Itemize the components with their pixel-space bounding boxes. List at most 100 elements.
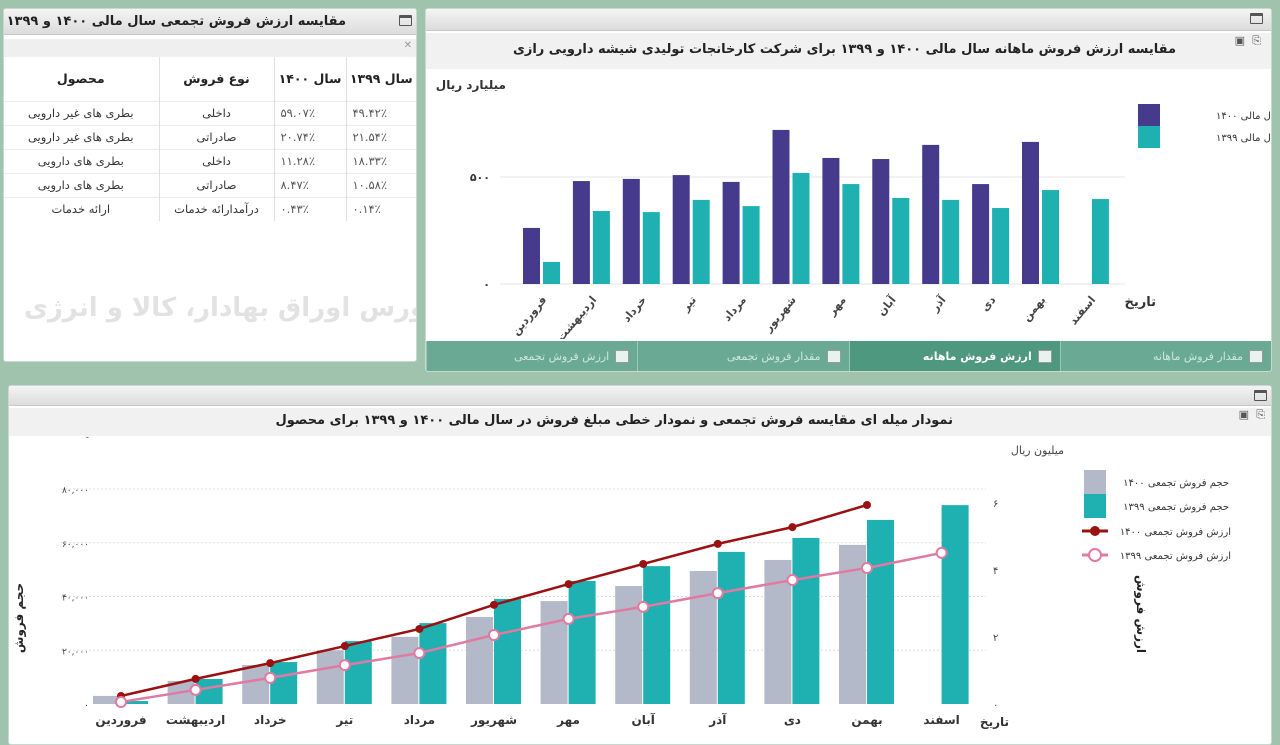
- tab-3[interactable]: مقدار فروش ماهانه: [1059, 341, 1271, 371]
- collapse-icon[interactable]: ✕: [404, 40, 412, 51]
- table-row[interactable]: ۰.۱۴٪ ۰.۴۳٪ درآمدارائه خدمات ارائه خدمات: [4, 196, 416, 221]
- maximize-icon[interactable]: [1250, 13, 1263, 24]
- x-tick-label: مهر: [556, 713, 580, 727]
- chart-tabs: ارزش فروش تجمعی مقدار فروش تجمعی ارزش فروش…: [426, 341, 1271, 371]
- table-row[interactable]: ۱۸.۳۳٪ ۱۱.۲۸٪ داخلی بطری های دارویی: [4, 148, 416, 173]
- tab-2[interactable]: ارزش فروش ماهانه: [848, 341, 1060, 371]
- cell-1399: ۱۰.۵۸٪: [345, 172, 416, 197]
- bar-1399: [270, 662, 298, 704]
- bar-1400: [1022, 141, 1039, 284]
- y-tick-label: ۵۰۰: [470, 171, 490, 184]
- save-icon[interactable]: ▣: [1235, 34, 1245, 47]
- cell-1400: ۱۱.۲۸٪: [273, 148, 346, 173]
- bar-1399: [692, 199, 710, 284]
- cell-sale-type: صادراتی: [158, 124, 274, 149]
- legend-swatch: [1084, 494, 1106, 518]
- table-row[interactable]: ۴۹.۴۲٪ ۵۹.۰۷٪ داخلی بطری های غیر دارویی: [4, 100, 416, 125]
- export-excel-icon[interactable]: ⎘: [1256, 408, 1265, 422]
- bar-1399: [941, 505, 969, 704]
- tab-label: ارزش فروش ماهانه: [922, 349, 1032, 363]
- cell-1400: ۸.۴۷٪: [273, 172, 346, 197]
- legend-label: ارزش فروش تجمعی ۱۳۹۹: [1120, 551, 1231, 562]
- x-tick-label: خرداد: [620, 294, 649, 325]
- x-tick-label: فروردین: [509, 294, 549, 338]
- x-tick-label: آذر: [927, 293, 949, 315]
- legend-swatch: [1084, 470, 1106, 494]
- col-product[interactable]: محصول: [4, 57, 159, 101]
- col-sale-type[interactable]: نوع فروش: [158, 57, 274, 101]
- bar-1399: [792, 537, 820, 704]
- export-excel-icon[interactable]: ⎘: [1252, 34, 1261, 48]
- monthly-chart-titlebar: [426, 9, 1271, 31]
- marker-1399: [935, 546, 948, 559]
- bar-chart-icon: [1037, 349, 1052, 363]
- cell-1400: ۲۰.۷۴٪: [273, 124, 346, 149]
- x-tick-label: مهر: [825, 294, 849, 319]
- marker-1400: [340, 642, 349, 651]
- legend-label: ارزش فروش تجمعی ۱۴۰۰: [1120, 527, 1231, 538]
- x-tick-label: تیر: [678, 294, 699, 315]
- bar-1400: [622, 178, 640, 284]
- maximize-icon[interactable]: [399, 15, 412, 26]
- cumulative-chart-titlebar: [9, 386, 1271, 406]
- cell-sale-type: داخلی: [158, 100, 274, 125]
- marker-1400: [639, 559, 648, 568]
- tab-label: ارزش فروش تجمعی: [514, 349, 610, 363]
- x-tick-label: اسفند: [1067, 294, 1098, 328]
- x-tick-label: دی: [978, 293, 998, 314]
- marker-1399: [264, 671, 277, 684]
- tab-1[interactable]: مقدار فروش تجمعی: [637, 341, 848, 371]
- marker-1399: [711, 587, 724, 600]
- marker-1400: [490, 600, 498, 609]
- cell-1399: ۲۱.۵۴٪: [345, 124, 416, 149]
- table-header: سال ۱۳۹۹ سال ۱۴۰۰ نوع فروش محصول: [4, 57, 416, 101]
- table-row[interactable]: ۲۱.۵۴٪ ۲۰.۷۴٪ صادراتی بطری های غیر دارویی: [4, 124, 416, 149]
- table-row[interactable]: ۱۰.۵۸٪ ۸.۴۷٪ صادراتی بطری های دارویی: [4, 172, 416, 197]
- marker-1400: [713, 539, 722, 548]
- bar-1399: [717, 551, 745, 704]
- cell-product: بطری های دارویی: [4, 148, 159, 173]
- x-tick-label: اردیبهشت: [166, 713, 225, 727]
- x-tick-label: آبان: [874, 293, 899, 319]
- cumulative-chart-title: نمودار میله ای مقایسه فروش تجمعی و نمودا…: [275, 413, 953, 428]
- legend-marker: [1088, 548, 1102, 562]
- col-1400[interactable]: سال ۱۴۰۰: [273, 57, 346, 101]
- maximize-icon[interactable]: [1254, 390, 1267, 401]
- bar-1399: [344, 641, 372, 704]
- bar-1400: [242, 665, 270, 704]
- y-axis-title: میلیارد ریال: [436, 78, 506, 92]
- cell-product: بطری های دارویی: [4, 172, 159, 197]
- y-left-title: حجم فروش: [12, 583, 27, 653]
- save-icon[interactable]: ▣: [1239, 408, 1249, 421]
- table-panel: مقایسه ارزش فروش تجمعی سال مالی ۱۴۰۰ و ۱…: [3, 8, 417, 362]
- bar-1400: [316, 650, 344, 704]
- cell-product: بطری های غیر دارویی: [4, 100, 159, 125]
- x-tick-label: دی: [784, 713, 801, 727]
- cell-1399: ۰.۱۴٪: [345, 196, 416, 221]
- cell-1399: ۱۸.۳۳٪: [345, 148, 416, 173]
- cell-product: ارائه خدمات: [4, 196, 159, 221]
- tab-0[interactable]: ارزش فروش تجمعی: [426, 341, 637, 371]
- y-left-tick-label: ۸۰,۰۰۰: [62, 486, 89, 496]
- bar-1399: [643, 566, 671, 704]
- bar-1399: [1091, 199, 1109, 284]
- marker-1399: [861, 561, 873, 574]
- x-tick-label: مرداد: [720, 294, 748, 324]
- monthly-chart-title: مقایسه ارزش فروش ماهانه سال مالی ۱۴۰۰ و …: [512, 42, 1176, 57]
- watermark-text: کارگزار بورس اوراق بهادار، کالا و انرژی: [24, 293, 416, 323]
- line-chart-icon: [826, 349, 841, 363]
- x-axis-title: تاریخ: [1125, 295, 1157, 310]
- x-tick-label: مرداد: [404, 713, 435, 727]
- bar-1399: [642, 212, 660, 284]
- bar-1399: [742, 206, 760, 284]
- bar-1400: [822, 157, 840, 284]
- bar-1400: [872, 159, 890, 284]
- col-1399[interactable]: سال ۱۳۹۹: [345, 57, 416, 101]
- legend-marker: [1090, 526, 1100, 536]
- bar-1400: [391, 636, 419, 704]
- x-tick-label: اردیبهشت: [554, 294, 599, 339]
- marker-1400: [788, 523, 797, 532]
- x-tick-label: بهمن: [851, 713, 882, 727]
- bar-1400: [722, 181, 740, 284]
- bar-1400: [772, 129, 790, 284]
